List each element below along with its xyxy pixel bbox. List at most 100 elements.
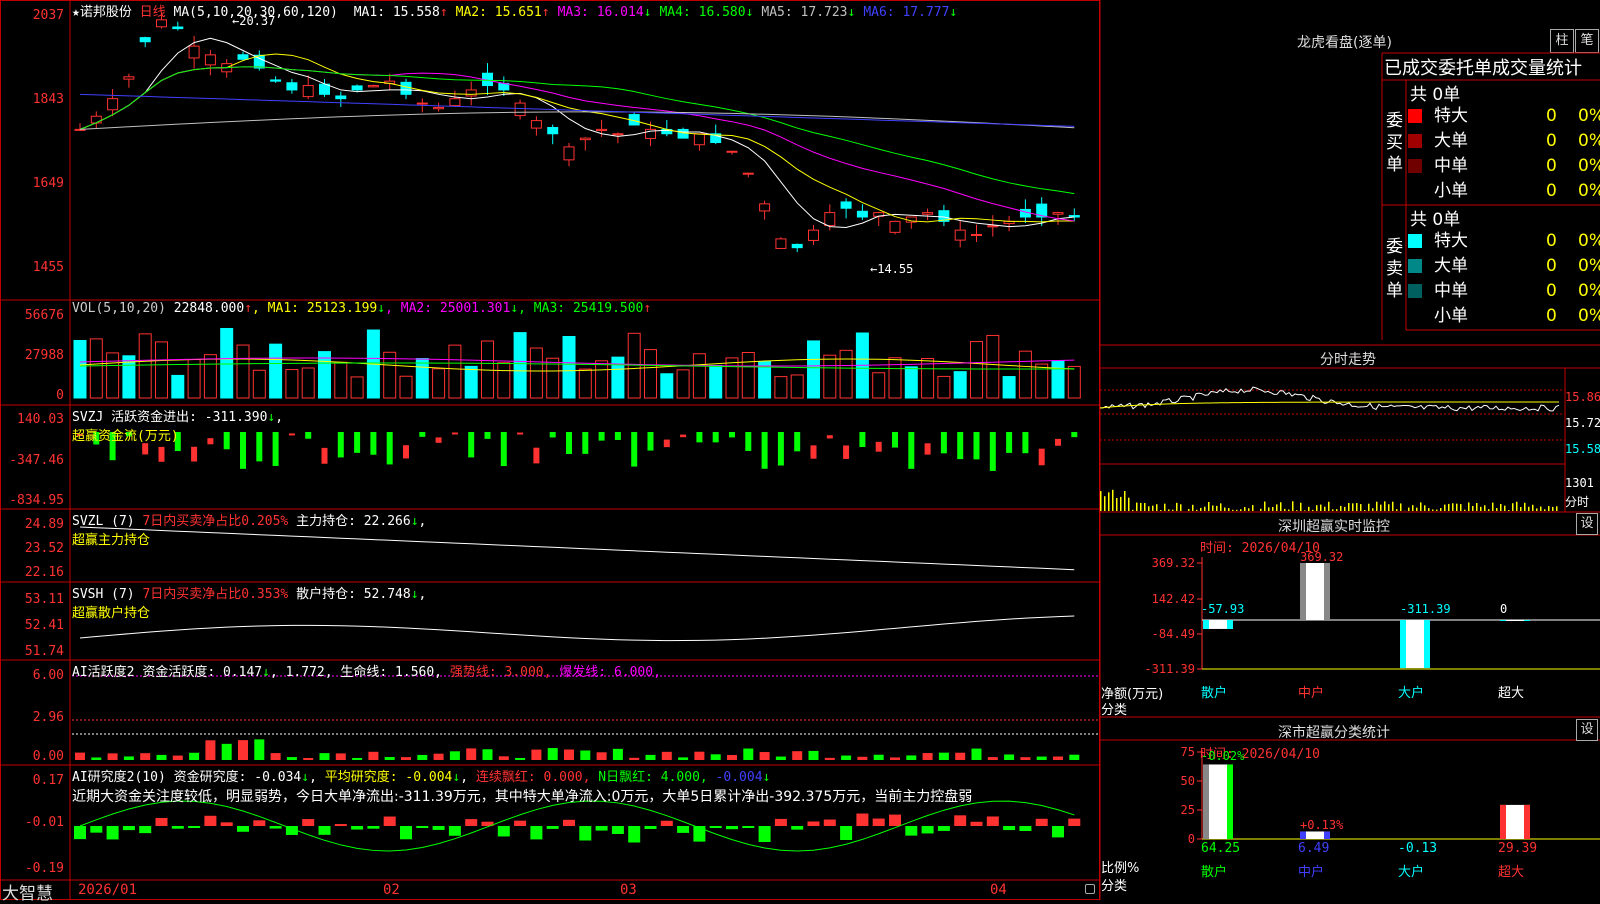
high-marker: ←20.37 [232,14,275,28]
classify-bar-chart[interactable]: 7550250-0.02%64.25散户+0.13%6.49中户-0.13大户2… [1100,740,1600,900]
candlestick-chart[interactable] [0,0,1100,900]
monitor-category: 大户 [1398,685,1424,701]
vol-ma-legend-2: , MA2: 25001.301↓ [385,301,518,316]
ai1-bar [352,758,362,760]
classify-value: -0.13 [1398,841,1437,856]
ma-legend-2: MA2: 15.651↑ [456,5,550,20]
ai1-bar [531,750,541,760]
classify-settings-button[interactable]: 设 [1576,719,1598,741]
ai1-bar [515,758,525,760]
ai2-bar [742,826,754,828]
volume-bar [319,352,331,398]
period-label[interactable]: 日线 [140,5,166,20]
candle-body [91,116,101,123]
volume-bar [74,340,86,398]
intraday-vol-bar [1292,501,1294,511]
order-percent: 0% [1578,279,1600,303]
intraday-vol-bar [1356,503,1358,511]
order-percent: 0% [1578,104,1600,128]
candle-body [368,86,378,87]
intraday-vol-bar [1472,506,1474,511]
candle-body [597,129,607,130]
volume-bar [677,370,689,398]
svzj-bar [403,445,409,458]
monitor-bar-label: -311.39 [1400,602,1451,616]
svzj-axis: 140.03 -347.46 -834.95 [0,405,68,509]
svzj-bar [908,432,914,469]
intraday-vol-bar [1192,505,1194,511]
intraday-vol-bar [1540,507,1542,511]
svzj-bar [533,448,539,464]
stock-name[interactable]: 诺邦股份 [80,5,132,20]
intraday-vol-bar [1508,510,1510,511]
order-size-name: 特大 [1434,231,1468,251]
svzj-bar [990,432,996,471]
price-tick: 1649 [33,176,64,191]
volume-bar [449,345,461,398]
classify-bar-shade [1300,831,1306,839]
ma-legend-3: MA3: 16.014↓ [558,5,652,20]
intraday-chart[interactable] [1100,368,1600,512]
intraday-vol-label: 分时 [1565,493,1589,510]
ai2-tick: 0.17 [33,773,64,788]
ma-legend-5: MA5: 17.723↓ [761,5,855,20]
order-size-name: 小单 [1434,181,1468,201]
intraday-vol-bar [1460,504,1462,511]
intraday-vol-bar [1128,498,1130,511]
intraday-vol-bar [1476,503,1478,511]
volume-bar [596,361,608,398]
ai2-bar [384,817,396,826]
monitor-bar-label: -57.93 [1201,602,1244,616]
candle-body [434,107,444,108]
monitor-bar-shade [1500,620,1506,621]
ai2-bar [840,826,852,840]
volume-bar [335,362,347,398]
ai1-bar [727,755,737,760]
svzj-bar [338,432,344,457]
ai1-tick: 6.00 [33,668,64,683]
intraday-vol-bar [1536,508,1538,511]
intraday-vol-bar [1428,508,1430,511]
intraday-vol-bar [1248,508,1250,511]
intraday-vol-bar [1492,503,1494,511]
date-label: 03 [620,882,637,898]
ai1-tick: 0.00 [33,749,64,764]
candle-body [189,46,199,58]
intraday-vol-bar [1148,506,1150,511]
order-count: 0 [1546,179,1557,203]
ai2-bar [856,814,868,826]
ai2-bar [987,816,999,826]
intraday-vol-bar [1388,504,1390,511]
svzj-bar [191,447,197,462]
candle-body [173,27,183,29]
ai1-bar [499,756,509,760]
candle-body [271,80,281,81]
lock-icon[interactable] [1085,884,1095,894]
intraday-vol-bar [1236,510,1238,511]
ai2-bar [416,826,428,828]
svzj-bar [322,448,328,464]
volume-bar [905,367,917,398]
favorite-star-icon[interactable]: ★ [72,5,80,20]
ai1-bar [483,749,493,760]
date-label: 04 [990,882,1007,898]
monitor-bar-chart[interactable]: 369.32142.42-84.49-311.39-57.93369.32-31… [1100,535,1600,717]
volume-bar [938,376,950,398]
candle-body [140,38,150,42]
intraday-title[interactable]: 分时走势 [1320,349,1376,369]
ai1-bar [336,753,346,760]
ai2-bar [90,826,102,833]
ai2-header: AI研究度2(10) 资金研究度: -0.034↓, 平均研究度: -0.004… [72,766,770,785]
candle-body [450,99,460,106]
ai2-bar [253,820,265,826]
order-color-swatch [1408,284,1422,298]
classify-value: 6.49 [1298,841,1329,856]
svzj-bar [582,432,588,454]
svzj-bar [468,432,474,457]
intraday-avg-line [1100,402,1559,408]
monitor-cat-label: 分类 [1101,699,1127,718]
monitor-settings-button[interactable]: 设 [1576,513,1598,535]
svzj-bar [517,433,523,435]
intraday-vol-bar [1444,505,1446,511]
order-percent: 0% [1578,229,1600,253]
